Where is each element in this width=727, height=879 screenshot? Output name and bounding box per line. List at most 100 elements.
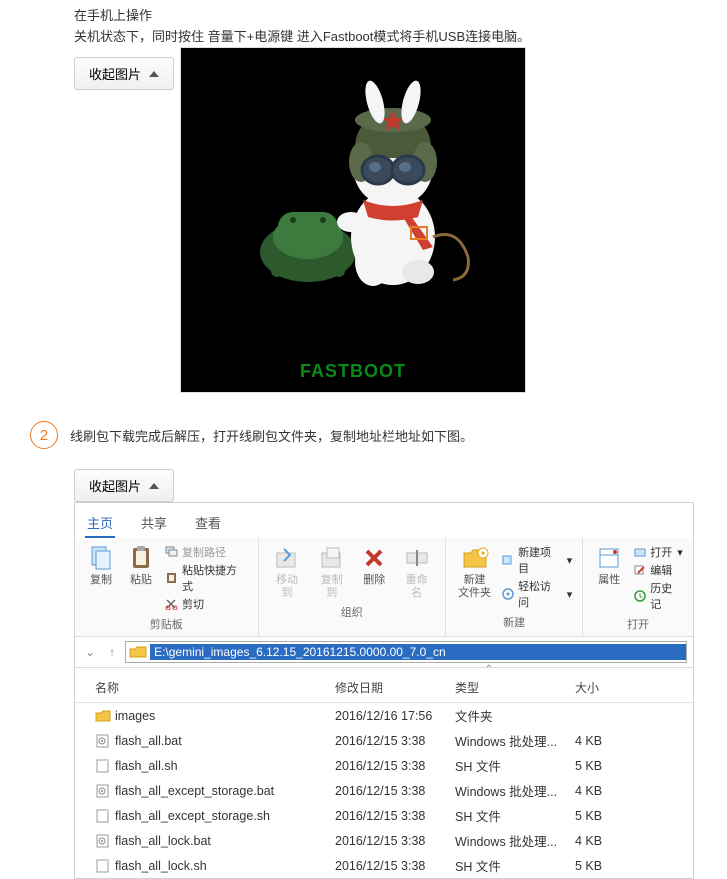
new-folder-button[interactable]: ✦ 新建 文件夹 <box>454 542 495 602</box>
file-row[interactable]: images 2016/12/16 17:56文件夹 <box>75 703 693 728</box>
paste-shortcut-icon <box>165 571 179 585</box>
triangle-up-icon <box>149 71 159 77</box>
paste-icon <box>127 544 155 572</box>
step-number-badge: 2 <box>30 421 58 449</box>
properties-button[interactable]: 属性 <box>591 542 627 589</box>
folder-icon <box>95 709 111 723</box>
address-bar[interactable]: E:\gemini_images_6.12.15_20161215.0000.0… <box>125 641 687 663</box>
file-size: 5 KB <box>575 859 655 873</box>
file-type: SH 文件 <box>455 806 575 825</box>
file-type: Windows 批处理... <box>455 731 575 750</box>
collapse-image-button-1[interactable]: 收起图片 <box>74 57 174 90</box>
edit-icon <box>633 563 647 577</box>
history-icon <box>633 589 647 603</box>
header-size[interactable]: 大小 <box>575 679 655 696</box>
edit-button[interactable]: 编辑 <box>633 562 683 578</box>
easy-access-icon <box>501 587 515 601</box>
collapse-image-button-2[interactable]: 收起图片 <box>74 469 174 502</box>
rename-icon <box>403 544 431 572</box>
intro-line-2: 关机状态下，同时按住 音量下+电源键 进入Fastboot模式将手机USB连接电… <box>74 26 727 45</box>
file-date: 2016/12/15 3:38 <box>335 834 455 848</box>
file-row[interactable]: flash_all_except_storage.bat 2016/12/15 3… <box>75 778 693 803</box>
folder-icon <box>129 645 147 659</box>
bat-icon <box>95 784 111 798</box>
bat-icon <box>95 734 111 748</box>
file-name: flash_all_lock.bat <box>115 834 211 848</box>
fastboot-image: FASTBOOT <box>180 47 526 393</box>
file-date: 2016/12/15 3:38 <box>335 809 455 823</box>
file-date: 2016/12/15 3:38 <box>335 859 455 873</box>
svg-text:✦: ✦ <box>479 549 486 558</box>
new-item-button[interactable]: 新建项目▾ <box>501 544 572 576</box>
header-name[interactable]: 名称 <box>75 679 335 696</box>
file-size: 5 KB <box>575 759 655 773</box>
collapse-label: 收起图片 <box>89 64 141 83</box>
file-name: flash_all.bat <box>115 734 182 748</box>
file-date: 2016/12/15 3:38 <box>335 784 455 798</box>
column-headers: 名称 修改日期 类型 大小 <box>75 673 693 703</box>
delete-icon <box>360 544 388 572</box>
address-text: E:\gemini_images_6.12.15_20161215.0000.0… <box>150 644 686 660</box>
nav-dropdown-icon[interactable]: ⌄ <box>81 643 99 661</box>
file-row[interactable]: flash_all_lock.bat 2016/12/15 3:38Windows… <box>75 828 693 853</box>
triangle-up-icon <box>149 483 159 489</box>
file-row[interactable]: flash_all_except_storage.sh 2016/12/15 3:… <box>75 803 693 828</box>
open-button[interactable]: 打开▾ <box>633 544 683 560</box>
file-row[interactable]: flash_all_lock.sh 2016/12/15 3:38SH 文件5 K… <box>75 853 693 878</box>
file-date: 2016/12/16 17:56 <box>335 709 455 723</box>
header-type[interactable]: 类型 <box>455 679 575 696</box>
file-type: Windows 批处理... <box>455 831 575 850</box>
file-row[interactable]: flash_all.sh 2016/12/15 3:38SH 文件5 KB <box>75 753 693 778</box>
header-date[interactable]: 修改日期 <box>335 679 455 696</box>
paste-shortcut-button[interactable]: 粘贴快捷方式 <box>165 562 248 594</box>
file-date: 2016/12/15 3:38 <box>335 759 455 773</box>
intro-line-1: 在手机上操作 <box>74 5 727 24</box>
file-type: Windows 批处理... <box>455 781 575 800</box>
easy-access-button[interactable]: 轻松访问▾ <box>501 578 572 610</box>
bat-icon <box>95 834 111 848</box>
nav-up-icon[interactable]: ↑ <box>105 643 119 661</box>
copy-button[interactable]: 复制 <box>83 542 119 589</box>
file-size: 4 KB <box>575 784 655 798</box>
file-type: 文件夹 <box>455 706 575 725</box>
file-name: flash_all_except_storage.bat <box>115 784 274 798</box>
history-button[interactable]: 历史记 <box>633 580 683 612</box>
moveto-icon <box>273 544 301 572</box>
tab-view[interactable]: 查看 <box>193 509 223 538</box>
copyto-button[interactable]: 复制到 <box>311 542 352 602</box>
cut-button[interactable]: 剪切 <box>165 596 248 612</box>
step-description: 线刷包下载完成后解压，打开线刷包文件夹，复制地址栏地址如下图。 <box>70 426 473 445</box>
sh-icon <box>95 809 111 823</box>
file-size: 4 KB <box>575 834 655 848</box>
file-row[interactable]: flash_all.bat2016/12/15 3:38Windows 批处理.… <box>75 728 693 753</box>
file-name: flash_all_lock.sh <box>115 859 207 873</box>
copy-icon <box>87 544 115 572</box>
paste-button[interactable]: 粘贴 <box>123 542 159 589</box>
file-size: 4 KB <box>575 734 655 748</box>
chevron-down-icon: ▾ <box>677 546 683 559</box>
file-size: 5 KB <box>575 809 655 823</box>
rename-button[interactable]: 重命名 <box>396 542 437 602</box>
file-name: images <box>115 709 155 723</box>
copy-path-button[interactable]: 复制路径 <box>165 544 248 560</box>
ribbon-toolbar: 复制 粘贴 复制路径 粘贴快捷方式 剪切 剪贴板 <box>75 538 693 637</box>
file-name: flash_all.sh <box>115 759 178 773</box>
mi-bunny-illustration <box>223 62 483 322</box>
file-type: SH 文件 <box>455 856 575 875</box>
explorer-tabs: 主页 共享 查看 <box>75 503 693 538</box>
open-icon <box>633 545 647 559</box>
copyto-icon <box>318 544 346 572</box>
group-open-label: 打开 <box>627 614 649 634</box>
sh-icon <box>95 759 111 773</box>
moveto-button[interactable]: 移动到 <box>267 542 308 602</box>
collapse-label: 收起图片 <box>89 476 141 495</box>
group-organize-label: 组织 <box>341 602 363 622</box>
file-type: SH 文件 <box>455 756 575 775</box>
file-name: flash_all_except_storage.sh <box>115 809 270 823</box>
group-new-label: 新建 <box>503 612 525 632</box>
fastboot-text: FASTBOOT <box>181 361 525 382</box>
tab-share[interactable]: 共享 <box>139 509 169 538</box>
delete-button[interactable]: 删除 <box>356 542 392 589</box>
new-item-icon <box>501 553 515 567</box>
tab-home[interactable]: 主页 <box>85 509 115 538</box>
